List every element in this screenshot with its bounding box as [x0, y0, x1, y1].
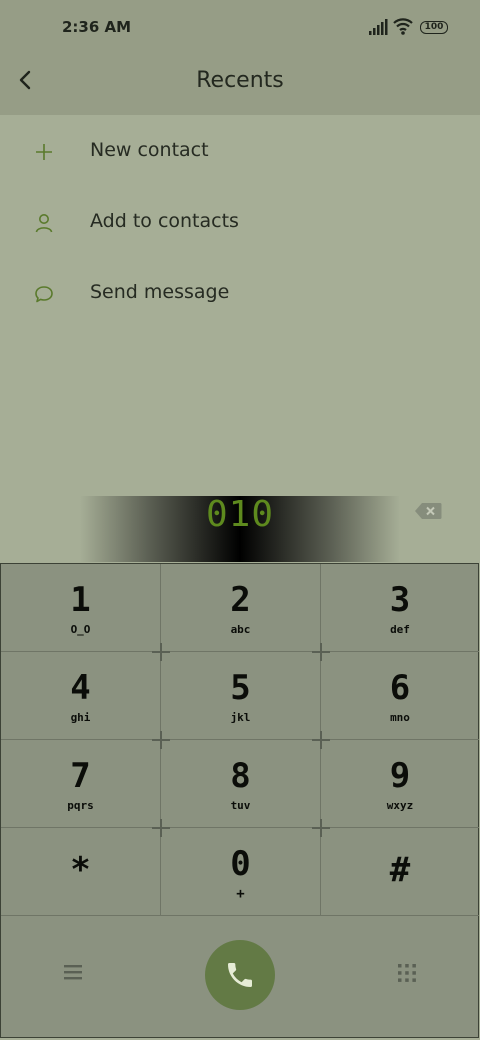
key-0[interactable]: 0 +	[161, 828, 321, 916]
app-header: Recents	[0, 52, 480, 115]
key-7[interactable]: 7 pqrs	[1, 740, 161, 828]
key-letters: def	[390, 623, 410, 636]
key-letters: tuv	[230, 799, 251, 812]
key-digit: 2	[230, 580, 251, 620]
battery-icon: 100	[420, 21, 448, 34]
dialpad-grid-icon[interactable]	[397, 963, 417, 983]
signal-icon	[369, 19, 388, 35]
key-9[interactable]: 9 wxyz	[321, 740, 479, 828]
key-letters: O_O	[70, 623, 91, 636]
call-button[interactable]	[205, 940, 275, 1010]
key-digit: 6	[389, 668, 411, 708]
chat-bubble-icon	[35, 286, 53, 303]
dialed-number: 010	[205, 494, 275, 535]
key-letters: +	[236, 886, 245, 902]
key-digit: 4	[70, 668, 91, 708]
key-4[interactable]: 4 ghi	[1, 652, 161, 740]
send-message-label: Send message	[90, 281, 230, 303]
key-3[interactable]: 3 def	[321, 564, 479, 652]
add-to-contacts-item[interactable]: Add to contacts	[0, 188, 480, 258]
key-letters: jkl	[230, 711, 251, 724]
key-digit: 5	[230, 668, 251, 708]
key-digit: *	[70, 850, 91, 890]
key-2[interactable]: 2 abc	[161, 564, 321, 652]
key-star[interactable]: *	[1, 828, 161, 916]
key-digit: 1	[70, 580, 91, 620]
key-letters: pqrs	[67, 799, 94, 812]
key-digit: 3	[389, 580, 411, 620]
grid-cross-mark	[152, 731, 170, 749]
add-to-contacts-label: Add to contacts	[90, 210, 239, 232]
key-digit: 7	[70, 756, 91, 796]
key-letters: abc	[230, 623, 251, 636]
key-6[interactable]: 6 mno	[321, 652, 479, 740]
backspace-icon[interactable]	[414, 502, 442, 520]
new-contact-label: New contact	[90, 139, 209, 161]
grid-cross-mark	[312, 819, 330, 837]
grid-cross-mark	[312, 643, 330, 661]
send-message-item[interactable]: Send message	[0, 259, 480, 329]
person-icon	[35, 214, 53, 233]
plus-icon	[36, 144, 52, 160]
key-digit: 8	[230, 756, 251, 796]
key-1[interactable]: 1 O_O	[1, 564, 161, 652]
key-5[interactable]: 5 jkl	[161, 652, 321, 740]
key-letters: ghi	[70, 711, 91, 724]
key-letters: wxyz	[386, 799, 414, 812]
menu-icon[interactable]	[64, 964, 82, 980]
key-8[interactable]: 8 tuv	[161, 740, 321, 828]
grid-cross-mark	[152, 643, 170, 661]
key-hash[interactable]: #	[321, 828, 479, 916]
status-time: 2:36 AM	[62, 18, 132, 36]
key-digit: 0	[230, 844, 251, 884]
phone-icon	[228, 963, 252, 987]
key-digit: 9	[389, 756, 411, 796]
wifi-icon	[393, 18, 413, 35]
status-bar: 2:36 AM 100	[0, 0, 480, 52]
key-digit: #	[389, 850, 411, 890]
new-contact-item[interactable]: New contact	[0, 117, 480, 187]
page-title: Recents	[196, 68, 284, 93]
key-letters: mno	[390, 711, 410, 724]
grid-cross-mark	[312, 731, 330, 749]
grid-cross-mark	[152, 819, 170, 837]
